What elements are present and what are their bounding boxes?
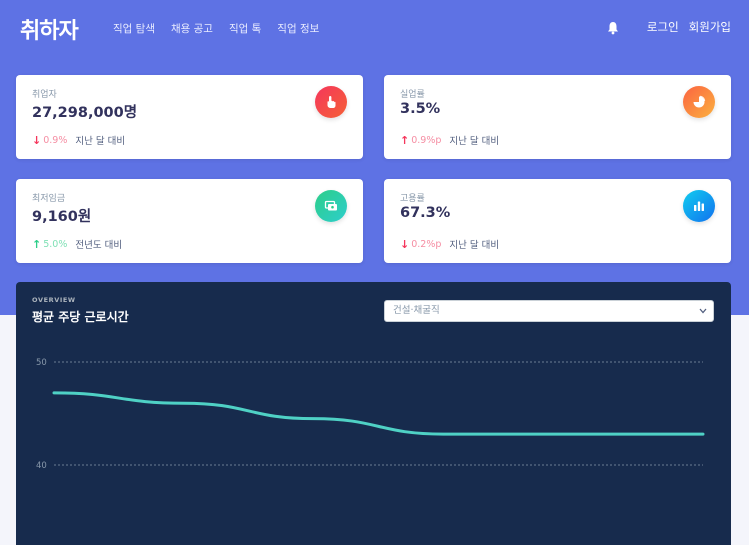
stat-change: 0.2%p [411,238,442,250]
brand-logo[interactable]: 취하자 [20,13,79,45]
stat-change: 5.0% [43,238,68,250]
stat-value: 67.3% [400,205,451,221]
stat-since: 전년도 대비 [75,240,123,251]
arrow-down-icon: ↓ [32,133,42,147]
signup-link[interactable]: 회원가입 [689,19,731,35]
stat-label: 고용률 [400,194,425,204]
line-chart: 50 40 [36,358,705,471]
bell-icon[interactable] [607,20,619,35]
stat-value: 3.5% [400,101,441,117]
stat-card-employment-rate: 고용률 67.3% ↓ 0.2%p 지난 달 대비 [384,179,731,263]
stat-footer: ↑ 0.9%p 지난 달 대비 [400,133,500,148]
stat-value: 9,160원 [32,209,92,225]
chart-pie-icon [683,86,715,118]
stat-change: 0.9%p [411,134,442,146]
y-tick-label: 50 [36,358,47,368]
money-icon [315,190,347,222]
stat-label: 최저임금 [32,194,66,204]
nav-link-job-postings[interactable]: 채용 공고 [171,21,213,36]
nav-link-job-explore[interactable]: 직업 탐색 [113,21,155,36]
top-navbar: 취하자 직업 탐색 채용 공고 직업 톡 직업 정보 로그인 회원가입 [0,0,749,58]
overview-chart-panel: OVERVIEW 평균 주당 근로시간 건설·채굴직 50 40 [16,282,731,545]
series-line [52,391,705,436]
stat-since: 지난 달 대비 [449,136,500,147]
stat-footer: ↓ 0.9% 지난 달 대비 [32,133,126,148]
stat-change: 0.9% [43,134,68,146]
login-link[interactable]: 로그인 [647,19,679,35]
nav-links: 직업 탐색 채용 공고 직업 톡 직업 정보 [113,21,335,36]
nav-link-job-info[interactable]: 직업 정보 [277,21,319,36]
stat-label: 취업자 [32,90,57,100]
stat-card-unemployment: 실업률 3.5% ↑ 0.9%p 지난 달 대비 [384,75,731,159]
y-tick-label: 40 [36,461,47,471]
arrow-up-icon: ↑ [400,133,410,147]
stat-card-employed: 취업자 27,298,000명 ↓ 0.9% 지난 달 대비 [16,75,363,159]
nav-right: 로그인 회원가입 [607,19,731,35]
hand-pointer-icon [315,86,347,118]
stat-label: 실업률 [400,90,425,100]
stat-value: 27,298,000명 [32,105,138,121]
stat-card-min-wage: 최저임금 9,160원 ↑ 5.0% 전년도 대비 [16,179,363,263]
nav-link-job-talk[interactable]: 직업 톡 [229,21,261,36]
arrow-up-icon: ↑ [32,237,42,251]
arrow-down-icon: ↓ [400,237,410,251]
stat-footer: ↑ 5.0% 전년도 대비 [32,237,123,252]
chart-bar-icon [683,190,715,222]
stat-footer: ↓ 0.2%p 지난 달 대비 [400,237,500,252]
stat-since: 지난 달 대비 [75,136,126,147]
stat-since: 지난 달 대비 [449,240,500,251]
